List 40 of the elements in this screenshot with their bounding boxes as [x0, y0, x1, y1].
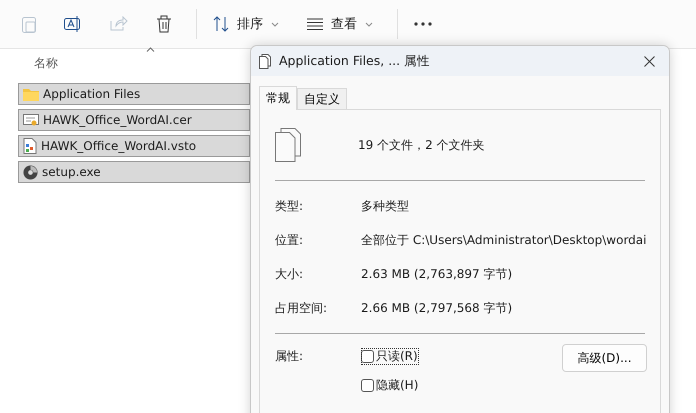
- sort-button[interactable]: 排序: [203, 6, 289, 42]
- property-value: 全部位于 C:\Users\Administrator\Desktop\wordai: [361, 232, 646, 248]
- dialog-title: Application Files, ... 属性: [279, 52, 432, 70]
- share-icon: [110, 16, 128, 32]
- disc-icon: [23, 164, 38, 180]
- chevron-down-icon: [365, 22, 373, 26]
- chevron-down-icon: [271, 22, 279, 26]
- document-icon: [23, 138, 37, 154]
- rename-icon: [64, 15, 82, 33]
- more-icon: [414, 22, 432, 26]
- property-value: 2.66 MB (2,797,568 字节): [361, 300, 514, 316]
- file-row[interactable]: setup.exe: [18, 161, 250, 183]
- documents-icon: [275, 128, 301, 162]
- lines-icon: [307, 18, 323, 30]
- property-value: 多种类型: [361, 198, 410, 214]
- documents-icon: [259, 54, 271, 68]
- property-label: 大小:: [275, 266, 304, 282]
- summary-text: 19 个文件，2 个文件夹: [358, 136, 485, 154]
- sort-caret-icon: [146, 47, 155, 52]
- file-row[interactable]: Application Files: [18, 83, 250, 105]
- certificate-icon: [23, 113, 39, 127]
- attribute-checkbox[interactable]: 隐藏(H): [361, 377, 420, 394]
- property-label: 位置:: [275, 232, 304, 248]
- trash-icon: [156, 15, 172, 33]
- sort-icon: [213, 16, 229, 32]
- close-icon: [644, 56, 654, 66]
- clipboard-icon: [22, 15, 36, 33]
- tab[interactable]: 常规: [259, 86, 297, 110]
- name-column-header[interactable]: 名称: [34, 54, 58, 72]
- property-label: 类型:: [275, 198, 304, 214]
- advanced-button[interactable]: 高级(D)...: [562, 344, 647, 372]
- folder-icon: [23, 87, 39, 101]
- property-value: 2.63 MB (2,763,897 字节): [361, 266, 514, 282]
- attributes-label: 属性:: [275, 348, 304, 365]
- view-button[interactable]: 查看: [297, 6, 383, 42]
- attribute-checkbox[interactable]: 只读(R): [361, 348, 419, 365]
- file-row[interactable]: HAWK_Office_WordAI.cer: [18, 109, 250, 131]
- file-row[interactable]: HAWK_Office_WordAI.vsto: [18, 135, 250, 157]
- tab[interactable]: 自定义: [297, 88, 347, 109]
- property-label: 占用空间:: [275, 300, 328, 316]
